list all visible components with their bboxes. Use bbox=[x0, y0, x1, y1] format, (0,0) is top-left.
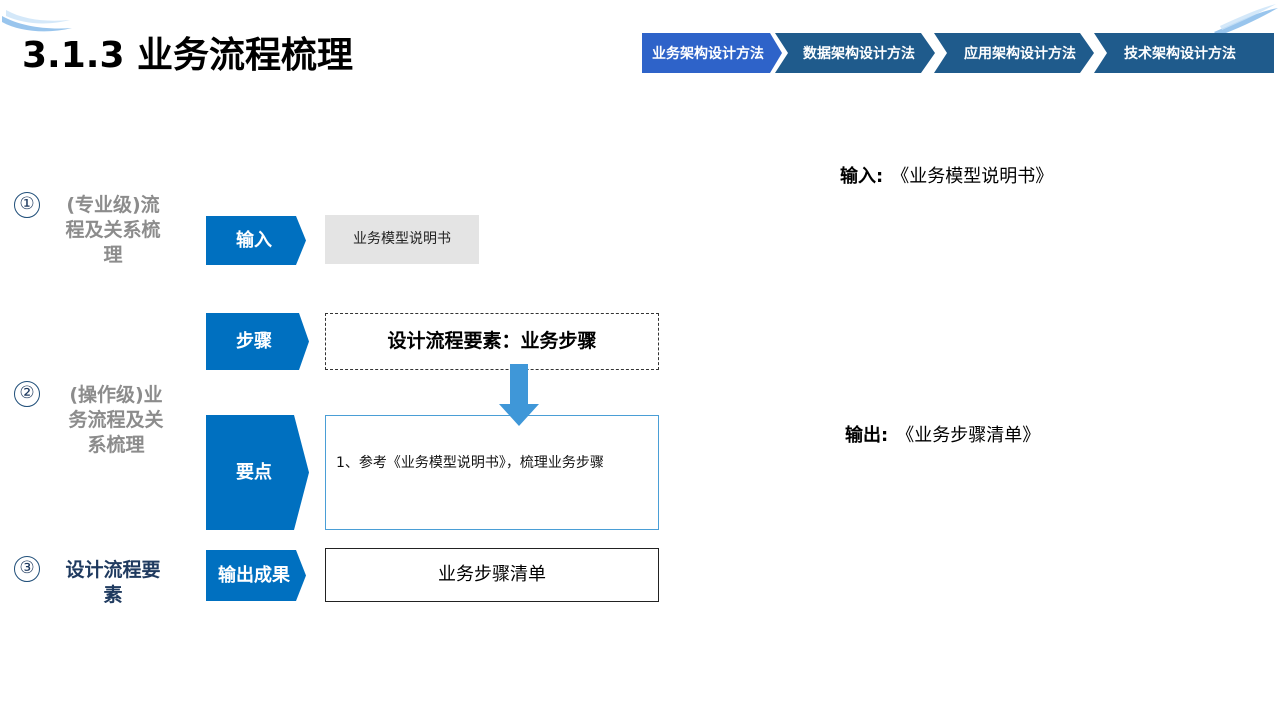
tag-input-label: 输入 bbox=[236, 230, 272, 251]
nav-step-technology[interactable]: 技术架构设计方法 bbox=[1094, 33, 1274, 73]
nav-step-business[interactable]: 业务架构设计方法 bbox=[642, 33, 782, 73]
tag-points: 要点 bbox=[206, 415, 309, 530]
level-3-label: 设计流程要 素 bbox=[65, 559, 161, 606]
level-3-number: ③ bbox=[14, 556, 40, 582]
nav-step-label: 技术架构设计方法 bbox=[1124, 46, 1236, 62]
nav-step-label: 数据架构设计方法 bbox=[803, 46, 915, 62]
level-1-label: (专业级)流 程及关系梳 理 bbox=[65, 194, 161, 266]
level-1-number: ① bbox=[14, 192, 40, 218]
level-2-number: ② bbox=[14, 381, 40, 407]
nav-step-label: 业务架构设计方法 bbox=[652, 46, 764, 62]
nav-step-label: 应用架构设计方法 bbox=[964, 46, 1076, 62]
page-title: 3.1.3 业务流程梳理 bbox=[22, 35, 354, 76]
tag-output-label: 输出成果 bbox=[218, 565, 290, 586]
output-box: 业务步骤清单 bbox=[325, 548, 659, 602]
tag-output: 输出成果 bbox=[206, 550, 306, 601]
tag-steps: 步骤 bbox=[206, 313, 309, 370]
side-output-note: 输出: 《业务步骤清单》 bbox=[845, 425, 1041, 446]
nav-step-application[interactable]: 应用架构设计方法 bbox=[934, 33, 1094, 73]
tag-points-label: 要点 bbox=[236, 462, 272, 483]
nav-step-data[interactable]: 数据架构设计方法 bbox=[775, 33, 935, 73]
tag-steps-label: 步骤 bbox=[236, 331, 272, 352]
process-nav: 业务架构设计方法 数据架构设计方法 应用架构设计方法 技术架构设计方法 bbox=[642, 33, 1274, 73]
down-arrow-icon bbox=[499, 364, 539, 426]
side-input-note: 输入: 《业务模型说明书》 bbox=[840, 166, 1054, 187]
tag-input: 输入 bbox=[206, 216, 306, 265]
points-box: 1、参考《业务模型说明书》，梳理业务步骤 bbox=[325, 415, 659, 530]
level-2-label: (操作级)业 务流程及关 系梳理 bbox=[68, 384, 164, 456]
input-box: 业务模型说明书 bbox=[325, 215, 479, 264]
steps-box: 设计流程要素：业务步骤 bbox=[325, 313, 659, 370]
